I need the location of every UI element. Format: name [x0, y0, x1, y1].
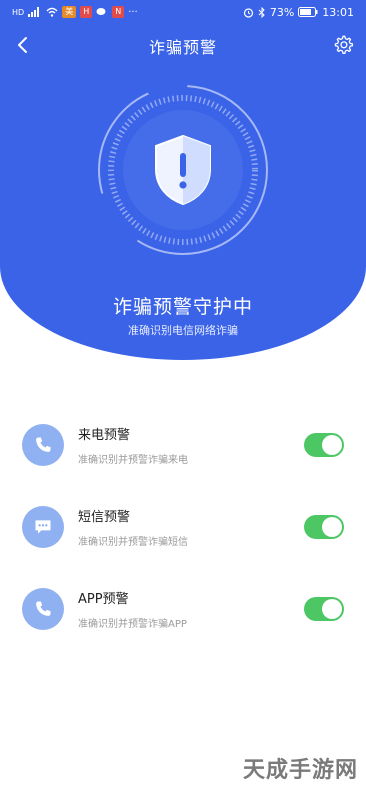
alert-settings-list: 来电预警 准确识别并预警诈骗来电 短信预警 准确识别并预警诈骗短信 APP预警 … — [0, 404, 366, 650]
sms-alert-text: 短信预警 准确识别并预警诈骗短信 — [78, 506, 304, 548]
nav-bar: 诈骗预警 — [0, 28, 366, 64]
phone-icon — [36, 437, 51, 452]
bluetooth-icon — [258, 6, 265, 18]
app-alert-icon-wrap — [22, 588, 64, 630]
list-item-sms-alert: 短信预警 准确识别并预警诈骗短信 — [0, 486, 366, 568]
gear-icon — [334, 35, 354, 54]
chevron-left-icon — [18, 37, 27, 53]
sms-alert-icon-wrap — [22, 506, 64, 548]
protection-status-title: 诈骗预警守护中 — [112, 296, 253, 318]
app-alert-text: APP预警 准确识别并预警诈骗APP — [78, 588, 304, 630]
hd-indicator: HD — [12, 7, 25, 17]
back-button[interactable] — [8, 30, 38, 60]
shield-alert-icon — [155, 134, 211, 206]
list-item-call-alert: 来电预警 准确识别并预警诈骗来电 — [0, 404, 366, 486]
call-alert-desc: 准确识别并预警诈骗来电 — [78, 455, 188, 466]
clock: 13:01 — [322, 5, 354, 19]
signal-icon — [28, 7, 40, 17]
phone-icon — [36, 601, 51, 616]
app-badge-h: H — [80, 6, 93, 18]
chat-icon — [96, 8, 106, 15]
alarm-icon — [243, 7, 253, 18]
app-badge-n: N — [112, 6, 125, 18]
page-title: 诈骗预警 — [148, 38, 217, 57]
battery-percent: 73% — [269, 5, 295, 19]
status-right: 73% 13:01 — [243, 6, 354, 19]
app-alert-toggle[interactable] — [304, 597, 344, 621]
status-left: HD 美 H N ··· — [12, 6, 138, 18]
toggle-knob — [322, 599, 342, 619]
call-alert-title: 来电预警 — [78, 428, 131, 443]
toggle-knob — [322, 435, 342, 455]
wifi-icon — [46, 7, 58, 17]
sms-alert-desc: 准确识别并预警诈骗短信 — [78, 537, 188, 548]
call-alert-text: 来电预警 准确识别并预警诈骗来电 — [78, 424, 304, 466]
call-alert-icon-wrap — [22, 424, 64, 466]
sms-alert-toggle[interactable] — [304, 515, 344, 539]
status-bar: HD 美 H N ··· 73% 13:01 — [0, 0, 366, 24]
message-icon — [35, 520, 51, 534]
app-alert-title: APP预警 — [78, 592, 129, 607]
more-notifications-icon: ··· — [128, 6, 138, 18]
sms-alert-title: 短信预警 — [78, 510, 131, 525]
app-alert-desc: 准确识别并预警诈骗APP — [78, 619, 187, 630]
app-badge-meituan: 美 — [62, 6, 77, 18]
watermark: 天成手游网 — [242, 758, 358, 783]
call-alert-toggle[interactable] — [304, 433, 344, 457]
settings-button[interactable] — [328, 30, 358, 60]
list-item-app-alert: APP预警 准确识别并预警诈骗APP — [0, 568, 366, 650]
protection-status-subtitle: 准确识别电信网络诈骗 — [128, 324, 238, 337]
toggle-knob — [322, 517, 342, 537]
shield-graphic — [93, 80, 273, 260]
battery-icon — [298, 7, 318, 17]
